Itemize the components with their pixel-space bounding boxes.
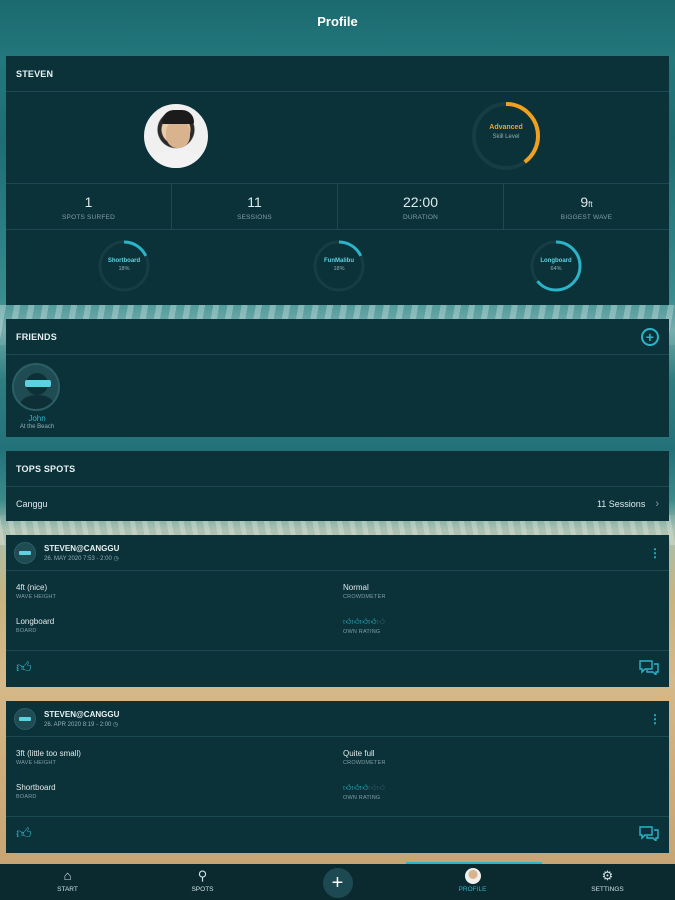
board-name: Longboard <box>540 258 572 264</box>
plus-icon: + <box>645 328 655 345</box>
rating-stars: 👍︎👍︎👍︎👍︎👍︎ <box>343 783 385 792</box>
spot-name: Canggu <box>16 499 48 509</box>
tab-spots[interactable]: ⚲ SPOTS <box>135 864 270 900</box>
session-avatar <box>14 707 36 730</box>
spot-sessions: 11 Sessions <box>596 499 646 509</box>
comment-icon[interactable] <box>639 659 659 675</box>
board-breakdown: Shortboard 18% FunMalibu 18% Longboard 6… <box>6 230 669 304</box>
board-value: Shortboard <box>16 783 56 792</box>
page-title: Profile <box>317 14 358 29</box>
friends-title: FRIENDS <box>16 331 57 342</box>
chevron-right-icon: › <box>655 498 659 510</box>
friend-avatar <box>12 363 60 411</box>
friend-status: At the Beach <box>19 424 55 430</box>
crowd-label: CROWDMETER <box>343 760 386 766</box>
rating-label: OWN RATING <box>343 629 381 635</box>
gear-icon: ⚙ <box>601 868 614 883</box>
session-card: STEVEN@CANGGU 26. MAY 2020 7:53 - 2:00 ◷… <box>6 535 669 687</box>
session-date: 26. APR 2020 8:19 - 2:00 ◷ <box>44 721 119 728</box>
top-spots-title: TOPS SPOTS <box>6 451 669 487</box>
board-percent: 64% <box>550 266 562 272</box>
session-avatar <box>14 541 36 564</box>
session-title: STEVEN@CANGGU <box>44 709 120 719</box>
stat-spots-surfed: 1 SPOTS SURFED <box>6 184 172 229</box>
wave-height-value: 4ft (nice) <box>16 583 48 592</box>
pin-icon: ⚲ <box>197 868 208 883</box>
bottom-tab-bar: ⌂ START ⚲ SPOTS + PROFILE ⚙ SETTINGS <box>0 864 675 900</box>
crowd-value: Quite full <box>343 749 375 758</box>
stat-sessions: 11 SESSIONS <box>172 184 338 229</box>
stat-biggest-wave: 9ft BIGGEST WAVE <box>560 194 613 221</box>
wave-height-label: WAVE HEIGHT <box>16 760 57 766</box>
spot-row[interactable]: Canggu 11 Sessions › <box>6 487 669 521</box>
profile-card: STEVEN Advanced Skill Level 1 SPOTS SURF… <box>6 56 669 305</box>
board-name: Shortboard <box>107 258 141 264</box>
board-name: FunMalibu <box>324 258 354 264</box>
add-friend-button[interactable]: + <box>641 327 659 346</box>
profile-name: STEVEN <box>6 56 669 92</box>
rating-stars: 👍︎👍︎👍︎👍︎👍︎ <box>343 617 385 626</box>
friend-name: John <box>28 414 46 423</box>
board-percent: 18% <box>333 266 345 272</box>
session-card: STEVEN@CANGGU 26. APR 2020 8:19 - 2:00 ◷… <box>6 701 669 853</box>
friend-item[interactable]: John At the Beach <box>12 363 62 430</box>
session-title: STEVEN@CANGGU <box>44 543 120 553</box>
board-percent: 18% <box>118 266 130 272</box>
tab-add[interactable]: + <box>270 864 405 900</box>
friends-card: FRIENDS + John At the Beach <box>6 319 669 437</box>
wave-height-value: 3ft (little too small) <box>16 749 81 758</box>
crowd-value: Normal <box>343 583 369 592</box>
session-date: 26. MAY 2020 7:53 - 2:00 ◷ <box>44 555 119 562</box>
tab-settings[interactable]: ⚙ SETTINGS <box>540 864 675 900</box>
tab-start[interactable]: ⌂ START <box>0 864 135 900</box>
wave-height-label: WAVE HEIGHT <box>16 594 57 600</box>
comment-icon[interactable] <box>639 825 659 841</box>
home-icon: ⌂ <box>63 868 72 883</box>
avatar <box>464 868 481 884</box>
board-label: BOARD <box>16 794 37 800</box>
tab-profile[interactable]: PROFILE <box>405 864 540 900</box>
skill-level: Advanced <box>489 124 523 131</box>
thumbs-up-icon[interactable]: 👍︎ <box>16 659 34 677</box>
board-label: BOARD <box>16 628 37 634</box>
more-icon[interactable]: ⋮ <box>649 712 661 726</box>
profile-avatar[interactable] <box>142 102 210 170</box>
crowd-label: CROWDMETER <box>343 594 386 600</box>
stats-row: 1 SPOTS SURFED 11 SESSIONS 22:00 DURATIO… <box>6 184 669 230</box>
top-spots-card: TOPS SPOTS Canggu 11 Sessions › <box>6 451 669 521</box>
stat-duration: 22:00 DURATION <box>338 184 504 229</box>
plus-icon: + <box>322 868 353 898</box>
more-icon[interactable]: ⋮ <box>649 546 661 560</box>
skill-level-label: Skill Level <box>492 134 520 140</box>
thumbs-up-icon[interactable]: 👍︎ <box>16 825 34 843</box>
board-value: Longboard <box>16 617 55 626</box>
rating-label: OWN RATING <box>343 795 381 801</box>
